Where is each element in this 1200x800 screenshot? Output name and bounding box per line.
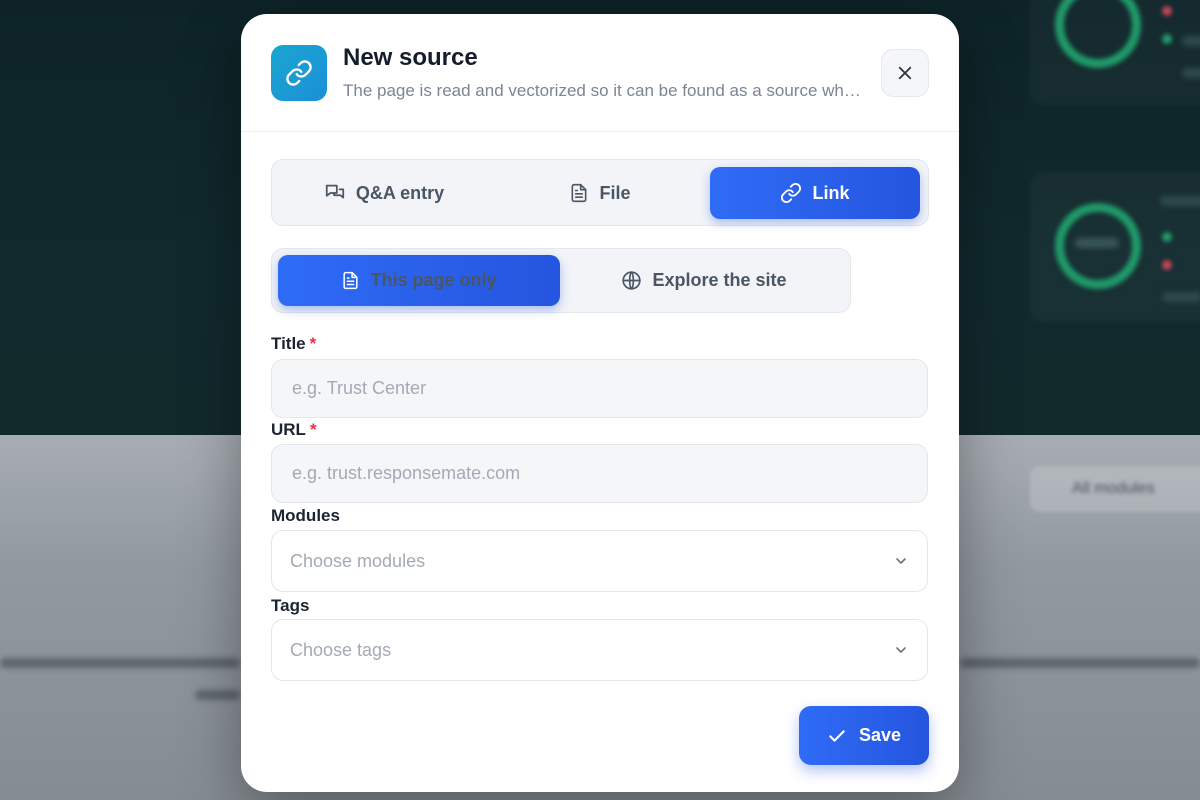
url-label-text: URL bbox=[271, 420, 306, 439]
link-icon bbox=[271, 45, 327, 101]
check-icon bbox=[829, 729, 845, 742]
chevron-down-icon bbox=[896, 558, 906, 564]
tab-link-label: Link bbox=[812, 182, 850, 203]
source-type-tabs: Q&A entry File Link bbox=[271, 159, 929, 226]
background-line bbox=[1182, 68, 1200, 78]
tags-label: Tags bbox=[271, 596, 310, 615]
tab-this-page-only-label: This page only bbox=[370, 270, 497, 290]
background-dot bbox=[1162, 232, 1172, 242]
dialog-title: New source bbox=[343, 44, 478, 71]
title-label-text: Title bbox=[271, 334, 306, 353]
background-filter-label: All modules bbox=[1072, 480, 1155, 497]
background-line bbox=[195, 690, 240, 700]
background-dot bbox=[1162, 34, 1172, 44]
background-line bbox=[0, 658, 240, 668]
tags-placeholder: Choose tags bbox=[290, 639, 392, 660]
tags-select[interactable]: Choose tags bbox=[271, 619, 928, 681]
document-icon bbox=[343, 271, 359, 290]
modules-placeholder: Choose modules bbox=[290, 550, 426, 571]
dialog-header: New source The page is read and vectoriz… bbox=[241, 14, 959, 132]
background-dot bbox=[1162, 260, 1172, 270]
chevron-down-icon bbox=[896, 647, 906, 653]
save-button-label: Save bbox=[858, 725, 902, 745]
tab-file[interactable]: File bbox=[495, 167, 705, 219]
close-button[interactable] bbox=[881, 49, 929, 97]
tab-this-page-only[interactable]: This page only bbox=[278, 255, 560, 306]
url-label: URL * bbox=[271, 420, 317, 440]
tab-qa-entry[interactable]: Q&A entry bbox=[279, 167, 489, 219]
chat-bubbles-icon bbox=[325, 184, 344, 199]
tab-explore-site-label: Explore the site bbox=[652, 270, 787, 290]
tab-link[interactable]: Link bbox=[710, 167, 920, 219]
globe-icon bbox=[622, 271, 642, 290]
document-icon bbox=[572, 183, 587, 203]
save-button[interactable]: Save bbox=[799, 706, 929, 765]
background-line bbox=[960, 658, 1200, 668]
new-source-dialog: New source The page is read and vectoriz… bbox=[241, 14, 959, 792]
close-icon bbox=[898, 66, 912, 80]
tab-explore-site[interactable]: Explore the site bbox=[563, 255, 845, 306]
background-line bbox=[1162, 292, 1200, 302]
title-label: Title * bbox=[271, 334, 316, 354]
modules-select[interactable]: Choose modules bbox=[271, 530, 928, 592]
tab-qa-entry-label: Q&A entry bbox=[355, 182, 445, 203]
background-dot bbox=[1162, 6, 1172, 16]
link-icon bbox=[781, 182, 802, 204]
background-line bbox=[1182, 36, 1200, 46]
tab-file-label: File bbox=[599, 182, 631, 203]
modules-label: Modules bbox=[271, 506, 340, 525]
background-line bbox=[1075, 238, 1119, 248]
dialog-subtitle: The page is read and vectorized so it ca… bbox=[343, 81, 861, 100]
background-line bbox=[1160, 196, 1200, 206]
required-marker: * bbox=[309, 334, 317, 353]
crawl-scope-tabs: This page only Explore the site bbox=[271, 248, 851, 313]
title-input[interactable] bbox=[271, 359, 928, 418]
url-input[interactable] bbox=[271, 444, 928, 503]
required-marker: * bbox=[309, 420, 317, 439]
